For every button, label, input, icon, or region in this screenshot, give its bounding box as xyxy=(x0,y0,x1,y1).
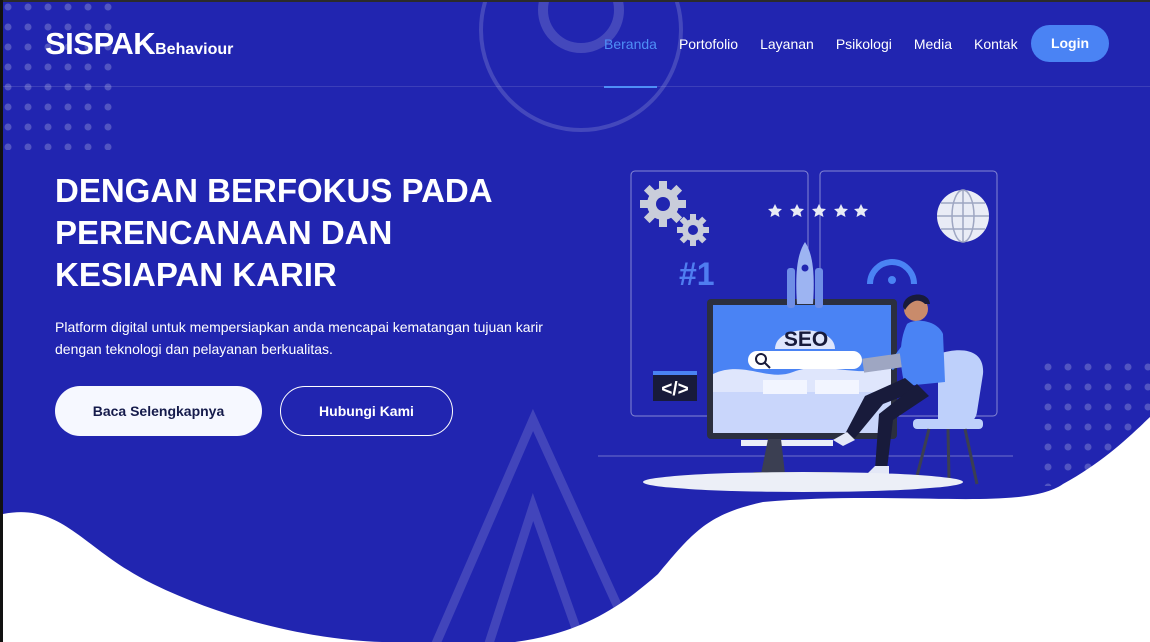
star-icon xyxy=(768,204,782,217)
monitor: SEO xyxy=(707,299,897,478)
read-more-button[interactable]: Baca Selengkapnya xyxy=(55,386,262,436)
star-icon xyxy=(790,204,804,217)
nav-item-kontak[interactable]: Kontak xyxy=(974,2,1018,86)
star-rating xyxy=(768,204,868,217)
main-nav: Beranda Portofolio Layanan Psikologi Med… xyxy=(593,2,1029,88)
target-icon xyxy=(867,259,917,285)
code-icon: </> xyxy=(653,371,697,401)
nav-item-beranda[interactable]: Beranda xyxy=(604,2,657,88)
hero-headline: DENGAN BERFOKUS PADA PERENCANAAN DAN KES… xyxy=(55,172,492,293)
hero-section: SISPAKBehaviour Beranda Portofolio Layan… xyxy=(3,2,1150,642)
rank-badge: #1 xyxy=(679,256,715,292)
seo-label: SEO xyxy=(784,328,828,351)
site-header: SISPAKBehaviour Beranda Portofolio Layan… xyxy=(3,2,1150,88)
contact-button[interactable]: Hubungi Kami xyxy=(280,386,453,436)
globe-icon xyxy=(937,189,989,243)
nav-item-layanan[interactable]: Layanan xyxy=(760,2,814,86)
rocket-icon xyxy=(787,242,823,308)
brand-logo[interactable]: SISPAKBehaviour xyxy=(45,26,233,62)
gear-icon xyxy=(640,181,709,246)
brand-name: SISPAK xyxy=(45,26,156,61)
star-icon xyxy=(854,204,868,217)
seo-illustration: #1 </> SEO xyxy=(598,170,1013,492)
star-icon xyxy=(834,204,848,217)
star-icon xyxy=(812,204,826,217)
floor-shadow xyxy=(643,472,963,492)
login-button[interactable]: Login xyxy=(1031,25,1109,62)
nav-item-psikologi[interactable]: Psikologi xyxy=(836,2,892,86)
code-label: </> xyxy=(661,379,688,400)
brand-suffix: Behaviour xyxy=(155,41,234,58)
nav-item-portofolio[interactable]: Portofolio xyxy=(679,2,738,86)
hero-subtext: Platform digital untuk mempersiapkan and… xyxy=(55,319,543,357)
nav-item-media[interactable]: Media xyxy=(914,2,952,86)
